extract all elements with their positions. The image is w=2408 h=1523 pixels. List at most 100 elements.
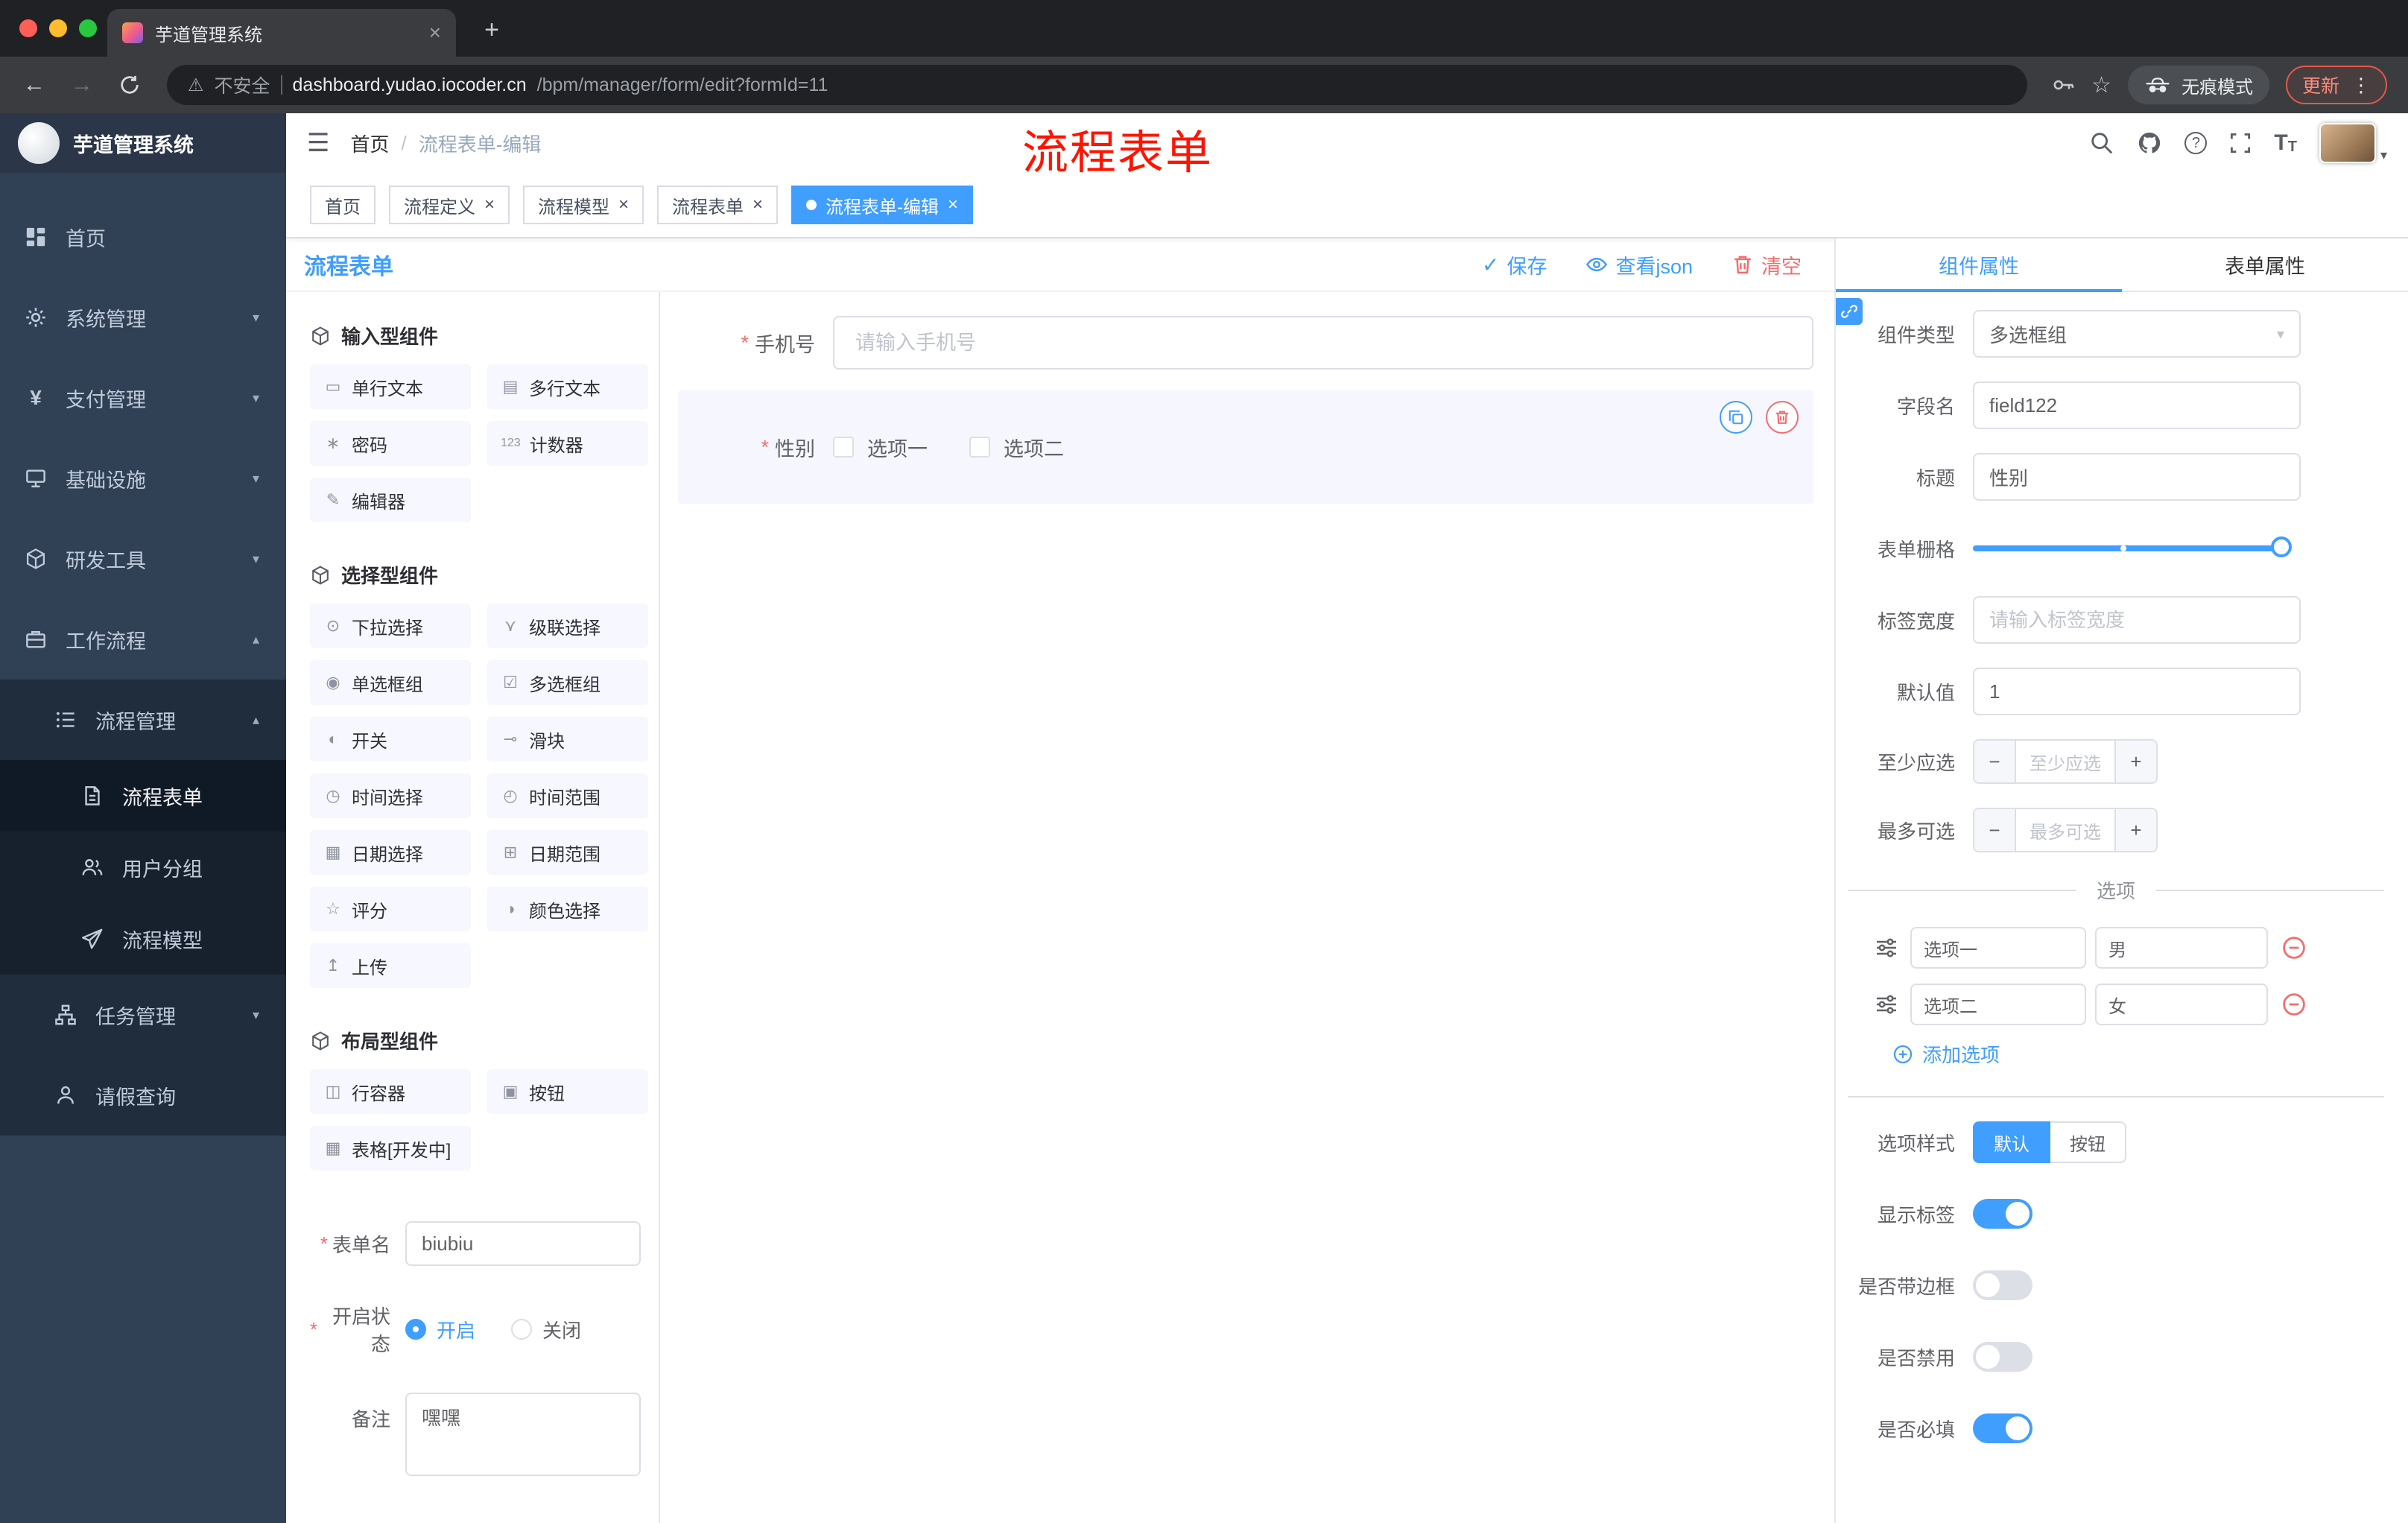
form-grid-slider[interactable] <box>1973 525 2301 572</box>
slider-handle[interactable] <box>2271 536 2292 557</box>
tag-close-icon[interactable]: × <box>484 194 495 215</box>
tag-process-definition[interactable]: 流程定义 × <box>389 186 510 224</box>
component-chip[interactable]: ▦ 日期选择 <box>310 830 471 875</box>
component-chip[interactable]: ☆ 评分 <box>310 887 471 931</box>
component-chip[interactable]: ∗ 密码 <box>310 421 471 466</box>
border-switch[interactable] <box>1973 1270 2032 1300</box>
sidebar-item-payment[interactable]: ¥ 支付管理 ▾ <box>0 358 286 438</box>
clear-button[interactable]: 清空 <box>1731 250 1802 279</box>
status-radio-on[interactable]: 开启 <box>405 1316 475 1343</box>
component-type-select[interactable]: 多选框组 ▾ <box>1973 310 2301 358</box>
tab-form-props[interactable]: 表单属性 <box>2122 238 2408 291</box>
copy-item-button[interactable] <box>1720 401 1752 434</box>
drag-handle-icon[interactable] <box>1875 936 1898 960</box>
github-icon[interactable] <box>2137 130 2162 156</box>
component-chip[interactable]: ◉ 单选框组 <box>310 660 471 705</box>
tag-process-form-edit[interactable]: 流程表单-编辑 × <box>791 186 974 224</box>
component-chip[interactable]: ▣ 按钮 <box>487 1069 648 1114</box>
window-minimize-button[interactable] <box>49 19 67 37</box>
component-chip[interactable]: ◴ 时间范围 <box>487 773 648 818</box>
tab-component-props[interactable]: 组件属性 <box>1836 238 2122 292</box>
style-default-button[interactable]: 默认 <box>1973 1121 2050 1163</box>
sidebar-item-leave-query[interactable]: 请假查询 <box>0 1055 286 1136</box>
browser-menu-icon[interactable]: ⋮ <box>2351 74 2371 97</box>
component-chip[interactable]: ✎ 编辑器 <box>310 478 471 522</box>
new-tab-button[interactable]: + <box>474 12 510 48</box>
checkbox-icon[interactable] <box>969 437 990 457</box>
component-chip[interactable]: ◑ 颜色选择 <box>487 887 648 931</box>
stepper-decrease-button[interactable]: − <box>1974 741 2016 782</box>
canvas-field-phone[interactable]: * 手机号 <box>678 316 1813 370</box>
component-chip[interactable]: ⋎ 级联选择 <box>487 604 648 648</box>
disabled-switch[interactable] <box>1973 1342 2032 1372</box>
sidebar-item-home[interactable]: 首页 <box>0 197 286 277</box>
default-value-input[interactable] <box>1973 668 2301 715</box>
tag-home[interactable]: 首页 <box>310 186 376 224</box>
sidebar-item-devtools[interactable]: 研发工具 ▾ <box>0 519 286 599</box>
component-chip[interactable]: 123 计数器 <box>487 421 648 466</box>
label-width-input[interactable] <box>1973 596 2301 644</box>
breadcrumb-home[interactable]: 首页 <box>350 130 389 157</box>
browser-update-button[interactable]: 更新 ⋮ <box>2285 66 2387 104</box>
stepper-value[interactable]: 至少应选 <box>2016 741 2114 782</box>
address-bar[interactable]: ⚠ 不安全 dashboard.yudao.iocoder.cn/bpm/man… <box>167 65 2028 105</box>
save-button[interactable]: ✓ 保存 <box>1482 250 1547 279</box>
stepper-increase-button[interactable]: + <box>2114 809 2156 851</box>
window-zoom-button[interactable] <box>79 19 97 37</box>
delete-item-button[interactable] <box>1766 401 1799 434</box>
help-icon[interactable]: ? <box>2184 132 2208 154</box>
option-label-input[interactable] <box>1910 984 2086 1025</box>
user-avatar[interactable]: ▾ <box>2319 123 2387 163</box>
tag-close-icon[interactable]: × <box>948 194 958 215</box>
hamburger-icon[interactable]: ☰ <box>307 128 329 158</box>
forward-button[interactable]: → <box>63 66 101 104</box>
component-chip[interactable]: ▭ 单行文本 <box>310 364 471 409</box>
drag-handle-icon[interactable] <box>1875 992 1898 1016</box>
security-label[interactable]: 不安全 <box>215 72 270 98</box>
form-canvas[interactable]: *手机号 *性别 选项一 选项二 <box>660 292 1834 1523</box>
component-chip[interactable]: ▦ 表格[开发中] <box>310 1126 471 1171</box>
field-name-input[interactable] <box>1973 381 2301 429</box>
option-value-input[interactable] <box>2095 984 2268 1025</box>
remove-option-icon[interactable] <box>2281 935 2307 960</box>
tag-process-form[interactable]: 流程表单 × <box>657 186 779 224</box>
canvas-field-gender-selected[interactable]: * 性别 选项一 选项二 <box>678 390 1813 504</box>
window-close-button[interactable] <box>19 19 37 37</box>
gender-option-2[interactable]: 选项二 <box>969 433 1064 462</box>
tag-process-model[interactable]: 流程模型 × <box>523 186 644 224</box>
tag-close-icon[interactable]: × <box>618 194 629 215</box>
reload-button[interactable] <box>110 66 149 104</box>
sidebar-item-process-form[interactable]: 流程表单 <box>0 760 286 832</box>
component-chip[interactable]: ⊞ 日期范围 <box>487 830 648 875</box>
password-key-icon[interactable] <box>2051 73 2075 97</box>
sidebar-item-process-mgmt[interactable]: 流程管理 ▴ <box>0 680 286 760</box>
tag-close-icon[interactable]: × <box>752 194 763 215</box>
add-option-button[interactable]: 添加选项 <box>1892 1040 2384 1068</box>
back-button[interactable]: ← <box>15 66 54 104</box>
fullscreen-icon[interactable] <box>2229 132 2252 154</box>
component-chip[interactable]: ◷ 时间选择 <box>310 773 471 818</box>
status-radio-off[interactable]: 关闭 <box>511 1316 581 1343</box>
option-label-input[interactable] <box>1910 927 2086 969</box>
view-json-button[interactable]: 查看json <box>1585 250 1693 279</box>
style-button-button[interactable]: 按钮 <box>2050 1121 2126 1163</box>
search-icon[interactable] <box>2089 130 2114 156</box>
checkbox-icon[interactable] <box>833 437 854 457</box>
component-chip[interactable]: ⊙ 下拉选择 <box>310 604 471 648</box>
title-input[interactable] <box>1973 453 2301 501</box>
tab-close-icon[interactable]: × <box>429 21 441 45</box>
remove-option-icon[interactable] <box>2281 992 2307 1017</box>
component-chip[interactable]: ↥ 上传 <box>310 943 471 988</box>
font-size-icon[interactable]: TT <box>2274 130 2297 156</box>
option-value-input[interactable] <box>2095 927 2268 969</box>
sidebar-item-process-model[interactable]: 流程模型 <box>0 903 286 975</box>
bookmark-star-icon[interactable]: ☆ <box>2091 72 2111 98</box>
sidebar-item-workflow[interactable]: 工作流程 ▴ <box>0 599 286 680</box>
browser-tab[interactable]: 芋道管理系统 × <box>107 9 456 57</box>
component-chip[interactable]: ☑ 多选框组 <box>487 660 648 705</box>
form-name-input[interactable] <box>405 1221 641 1266</box>
stepper-value[interactable]: 最多可选 <box>2016 809 2114 851</box>
phone-input[interactable] <box>833 316 1813 370</box>
required-switch[interactable] <box>1973 1413 2032 1443</box>
component-chip[interactable]: ▤ 多行文本 <box>487 364 648 409</box>
